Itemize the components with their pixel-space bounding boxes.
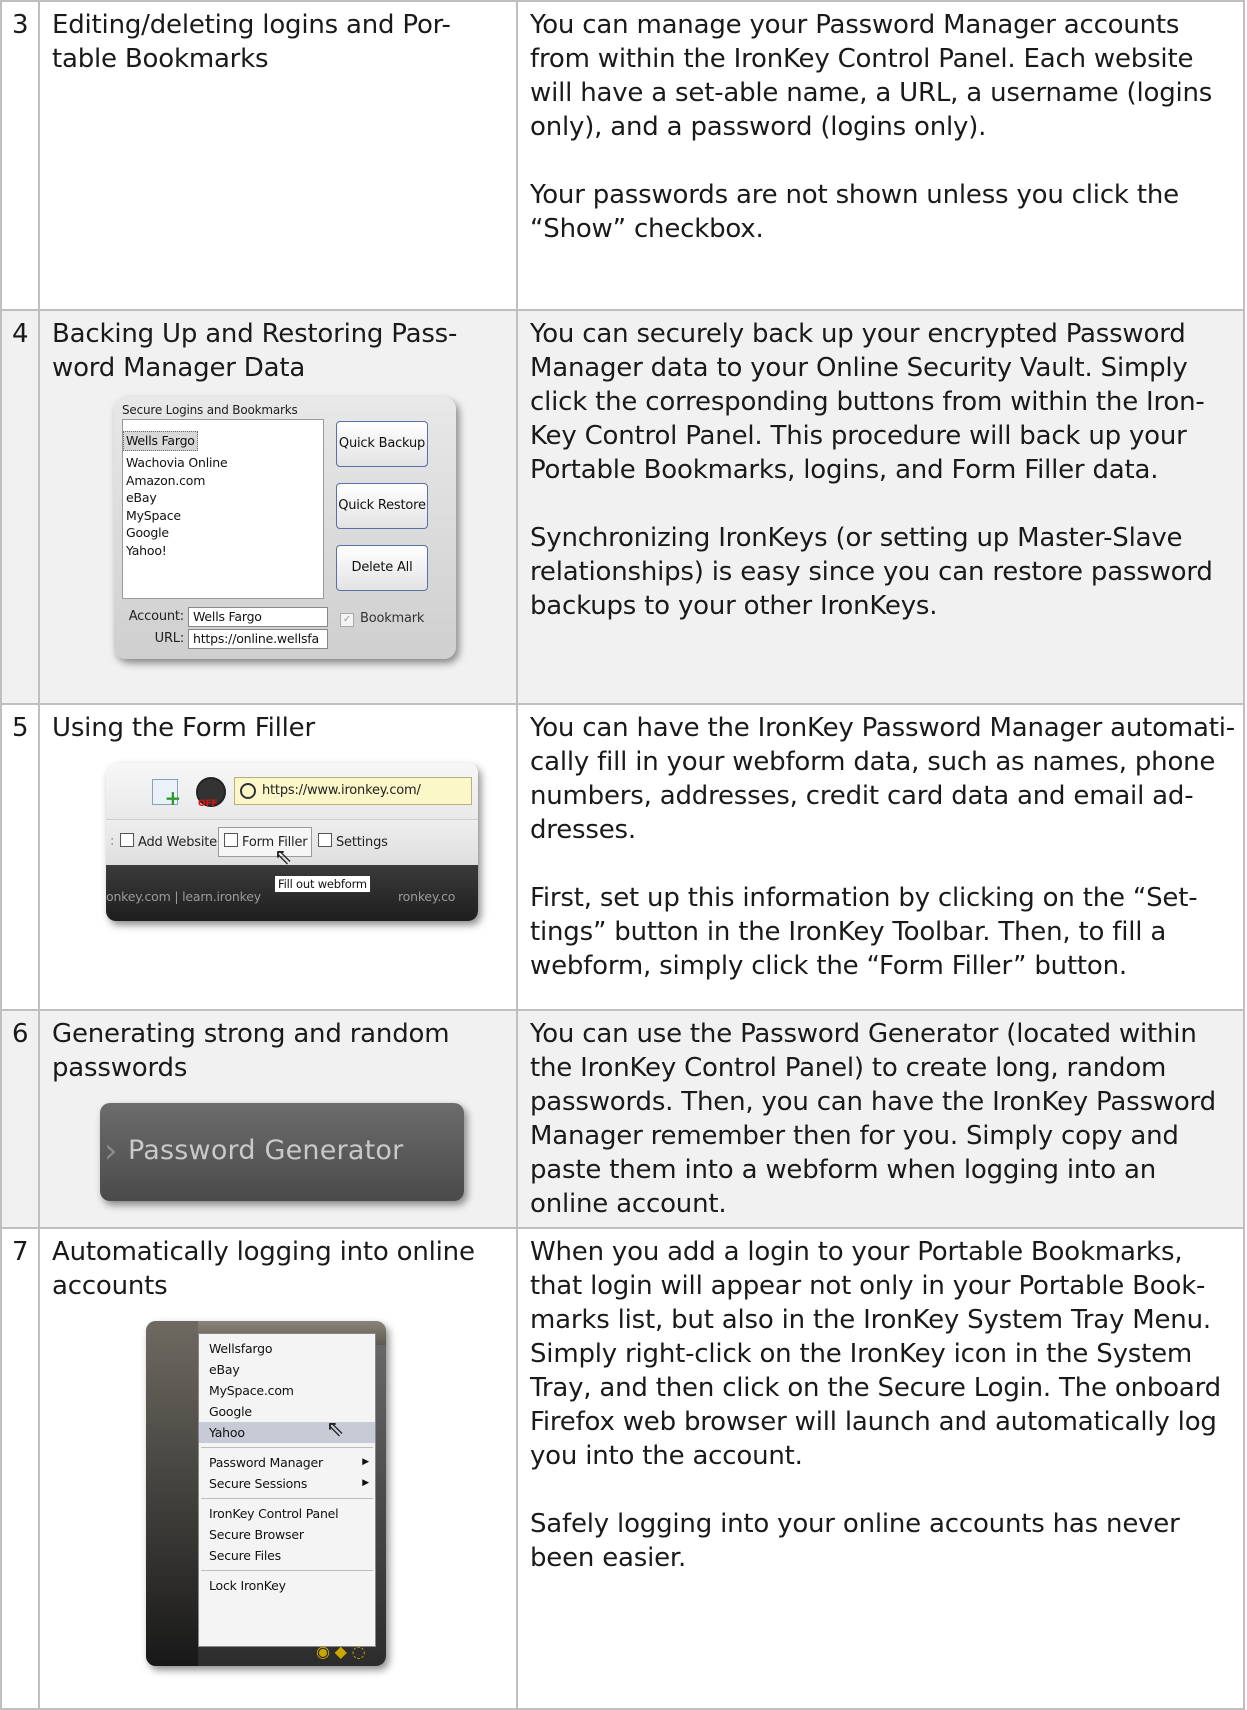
instructions-table: 3 Editing/deleting logins and Por-table …	[0, 0, 1245, 1710]
widget-legend: Secure Logins and Bookmarks	[122, 403, 298, 417]
menu-separator	[201, 1570, 373, 1571]
desc-paragraph: Synchronizing IronKeys (or setting up Ma…	[530, 523, 1213, 621]
menu-separator	[201, 1447, 373, 1448]
account-field[interactable]: Wells Fargo	[188, 607, 328, 627]
context-menu: Wellsfargo eBay MySpace.com Google Yahoo…	[198, 1333, 376, 1647]
desc-paragraph: You can use the Password Generator (loca…	[530, 1019, 1216, 1219]
form-filler-toolbar-screenshot: + OFF https://www.ironkey.com/ : Add Web…	[106, 763, 478, 921]
add-bookmark-icon[interactable]: +	[152, 779, 181, 808]
url-field[interactable]: https://online.wellsfa	[188, 629, 328, 649]
quick-backup-button[interactable]: Quick Backup	[336, 421, 428, 467]
menu-item-login[interactable]: eBay	[199, 1359, 375, 1380]
delete-all-button[interactable]: Delete All	[336, 545, 428, 591]
password-generator-button[interactable]: › Password Generator	[100, 1103, 464, 1201]
password-generator-label: Password Generator	[128, 1135, 404, 1166]
row-title: Automatically logging into online accoun…	[38, 1227, 518, 1710]
desc-paragraph: You can manage your Password Manager acc…	[530, 10, 1213, 142]
form-filler-button[interactable]: Form Filler	[224, 833, 308, 852]
url-label: URL:	[154, 631, 185, 646]
desc-paragraph: You can have the IronKey Password Manage…	[530, 713, 1235, 845]
toolbar-separator: :	[110, 834, 115, 849]
list-item[interactable]: eBay	[123, 489, 323, 507]
row-description: You can have the IronKey Password Manage…	[516, 703, 1245, 1011]
add-website-icon	[120, 833, 134, 847]
row-title-text: Using the Form Filler	[52, 713, 315, 743]
row-title: Editing/deleting logins and Por-table Bo…	[38, 0, 518, 311]
row-title-text: Backing Up and Restoring Pass-word Manag…	[52, 319, 458, 383]
table-row: 5 Using the Form Filler + OFF https://ww…	[0, 703, 1245, 1011]
row-number: 5	[0, 703, 40, 1011]
list-item[interactable]: Google	[123, 524, 323, 542]
footer-text-left: onkey.com | learn.ironkey	[106, 889, 261, 904]
tooltip: Fill out webform	[274, 875, 371, 893]
row-description: You can manage your Password Manager acc…	[516, 0, 1245, 311]
menu-item-lock-ironkey[interactable]: Lock IronKey	[199, 1575, 375, 1596]
desc-paragraph: When you add a login to your Portable Bo…	[530, 1237, 1221, 1471]
row-title: Generating strong and random passwords ›…	[38, 1009, 518, 1229]
footer-text-right: ronkey.co	[398, 889, 456, 904]
list-item[interactable]: Wells Fargo	[123, 431, 198, 451]
menu-item-secure-browser[interactable]: Secure Browser	[199, 1524, 375, 1545]
menu-item-login[interactable]: Google	[199, 1401, 375, 1422]
chevron-right-icon: ›	[104, 1131, 118, 1171]
menu-item-control-panel[interactable]: IronKey Control Panel	[199, 1503, 375, 1524]
menu-item-login[interactable]: MySpace.com	[199, 1380, 375, 1401]
list-item[interactable]: Wachovia Online	[123, 454, 323, 472]
desc-paragraph: Your passwords are not shown unless you …	[530, 180, 1179, 244]
desc-paragraph: Safely logging into your online accounts…	[530, 1509, 1180, 1573]
row-number: 4	[0, 309, 40, 705]
backup-widget-screenshot: Secure Logins and Bookmarks Wells Fargo …	[114, 397, 456, 659]
row-title-text: Automatically logging into online accoun…	[52, 1237, 475, 1301]
mouse-cursor-icon: ⇖	[326, 1417, 345, 1442]
bookmark-checkbox[interactable]: ✓	[340, 613, 354, 627]
form-filler-icon	[224, 833, 238, 847]
account-label: Account:	[128, 609, 184, 624]
row-description: You can use the Password Generator (loca…	[516, 1009, 1245, 1229]
row-number: 3	[0, 0, 40, 311]
menu-item-password-manager[interactable]: Password Manager ▶	[199, 1452, 375, 1473]
desc-paragraph: First, set up this information by clicki…	[530, 883, 1198, 981]
row-description: You can securely back up your encrypted …	[516, 309, 1245, 705]
settings-button[interactable]: Settings	[318, 833, 388, 852]
submenu-arrow-icon: ▶	[362, 1478, 369, 1488]
list-item[interactable]: Yahoo!	[123, 542, 323, 560]
row-title-text: Editing/deleting logins and Por-table Bo…	[52, 10, 451, 74]
table-row: 7 Automatically logging into online acco…	[0, 1227, 1245, 1710]
submenu-arrow-icon: ▶	[362, 1457, 369, 1467]
list-item[interactable]: Amazon.com	[123, 472, 323, 490]
row-title: Backing Up and Restoring Pass-word Manag…	[38, 309, 518, 705]
table-row: 3 Editing/deleting logins and Por-table …	[0, 0, 1245, 311]
row-number: 7	[0, 1227, 40, 1710]
menu-item-secure-files[interactable]: Secure Files	[199, 1545, 375, 1566]
tray-menu-screenshot: Wellsfargo eBay MySpace.com Google Yahoo…	[146, 1321, 386, 1666]
menu-item-login[interactable]: Wellsfargo	[199, 1338, 375, 1359]
browser-icon	[240, 782, 256, 799]
settings-check-icon	[318, 833, 332, 847]
system-tray-icons[interactable]: ◉ ◆ ◌	[316, 1643, 366, 1661]
address-bar[interactable]: https://www.ironkey.com/	[234, 777, 472, 805]
bookmark-label: Bookmark	[360, 611, 425, 626]
off-label: OFF	[198, 799, 218, 809]
row-title: Using the Form Filler + OFF https://www.…	[38, 703, 518, 1011]
row-description: When you add a login to your Portable Bo…	[516, 1227, 1245, 1710]
table-row: 6 Generating strong and random passwords…	[0, 1009, 1245, 1229]
quick-restore-button[interactable]: Quick Restore	[336, 483, 428, 529]
add-website-button[interactable]: Add Website	[120, 833, 217, 852]
bookmark-list[interactable]: Wells Fargo Wachovia Online Amazon.com e…	[122, 419, 324, 599]
menu-separator	[201, 1498, 373, 1499]
menu-item-secure-sessions[interactable]: Secure Sessions ▶	[199, 1473, 375, 1494]
desc-paragraph: You can securely back up your encrypted …	[530, 319, 1205, 485]
table-row: 4 Backing Up and Restoring Pass-word Man…	[0, 309, 1245, 705]
list-item[interactable]: MySpace	[123, 507, 323, 525]
row-title-text: Generating strong and random passwords	[52, 1019, 450, 1083]
row-number: 6	[0, 1009, 40, 1229]
menu-item-login-selected[interactable]: Yahoo	[199, 1422, 375, 1443]
mouse-cursor-icon: ⇖	[274, 845, 293, 870]
url-text: https://www.ironkey.com/	[262, 783, 421, 798]
